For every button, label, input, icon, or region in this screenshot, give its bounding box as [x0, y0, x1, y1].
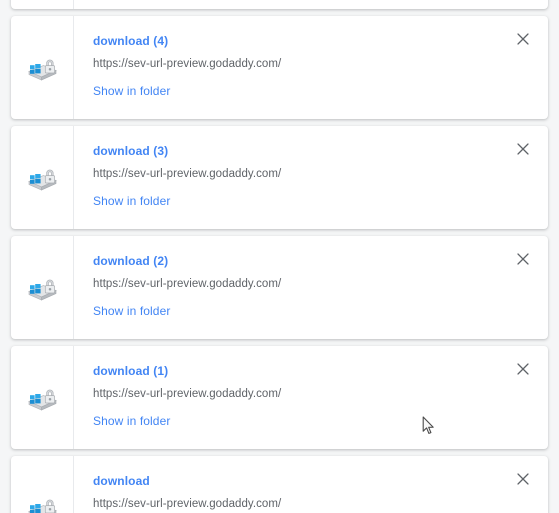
downloads-list: download (5) https://sev-url-preview.god…	[0, 0, 559, 513]
download-source-url: https://sev-url-preview.godaddy.com/	[93, 168, 282, 180]
download-file-name-link[interactable]: download	[93, 474, 150, 488]
download-details: download (3) https://sev-url-preview.god…	[74, 126, 548, 229]
remove-download-button[interactable]	[511, 467, 535, 491]
download-details: download (5) https://sev-url-preview.god…	[74, 0, 548, 9]
show-in-folder-link[interactable]: Show in folder	[93, 194, 170, 208]
download-details: download https://sev-url-preview.godaddy…	[74, 456, 548, 513]
download-item[interactable]: download (3) https://sev-url-preview.god…	[11, 126, 548, 229]
windows-installer-locked-icon	[28, 389, 57, 410]
show-in-folder-link[interactable]: Show in folder	[93, 84, 170, 98]
file-icon-column	[11, 16, 74, 119]
close-icon	[517, 473, 529, 485]
download-details: download (2) https://sev-url-preview.god…	[74, 236, 548, 339]
downloads-page: download (5) https://sev-url-preview.god…	[0, 0, 559, 513]
download-file-name-link[interactable]: download (1)	[93, 364, 168, 378]
windows-installer-locked-icon	[28, 169, 57, 190]
remove-download-button[interactable]	[511, 27, 535, 51]
download-details: download (4) https://sev-url-preview.god…	[74, 16, 548, 119]
download-source-url: https://sev-url-preview.godaddy.com/	[93, 278, 282, 290]
download-item[interactable]: download (4) https://sev-url-preview.god…	[11, 16, 548, 119]
download-item[interactable]: download (2) https://sev-url-preview.god…	[11, 236, 548, 339]
close-icon	[517, 143, 529, 155]
download-source-url: https://sev-url-preview.godaddy.com/	[93, 498, 282, 510]
download-file-name-link[interactable]: download (2)	[93, 254, 168, 268]
download-item[interactable]: download (1) https://sev-url-preview.god…	[11, 346, 548, 449]
download-item[interactable]: download https://sev-url-preview.godaddy…	[11, 456, 548, 513]
file-icon-column	[11, 0, 74, 9]
windows-installer-locked-icon	[28, 279, 57, 300]
download-source-url: https://sev-url-preview.godaddy.com/	[93, 58, 282, 70]
remove-download-button[interactable]	[511, 247, 535, 271]
windows-installer-locked-icon	[28, 499, 57, 513]
file-icon-column	[11, 126, 74, 229]
remove-download-button[interactable]	[511, 357, 535, 381]
file-icon-column	[11, 236, 74, 339]
download-file-name-link[interactable]: download (3)	[93, 144, 168, 158]
remove-download-button[interactable]	[511, 137, 535, 161]
show-in-folder-link[interactable]: Show in folder	[93, 304, 170, 318]
download-source-url: https://sev-url-preview.godaddy.com/	[93, 388, 282, 400]
download-details: download (1) https://sev-url-preview.god…	[74, 346, 548, 449]
file-icon-column	[11, 456, 74, 513]
file-icon-column	[11, 346, 74, 449]
close-icon	[517, 33, 529, 45]
download-item[interactable]: download (5) https://sev-url-preview.god…	[11, 0, 548, 9]
download-file-name-link[interactable]: download (4)	[93, 34, 168, 48]
show-in-folder-link[interactable]: Show in folder	[93, 414, 170, 428]
windows-installer-locked-icon	[28, 59, 57, 80]
close-icon	[517, 363, 529, 375]
close-icon	[517, 253, 529, 265]
